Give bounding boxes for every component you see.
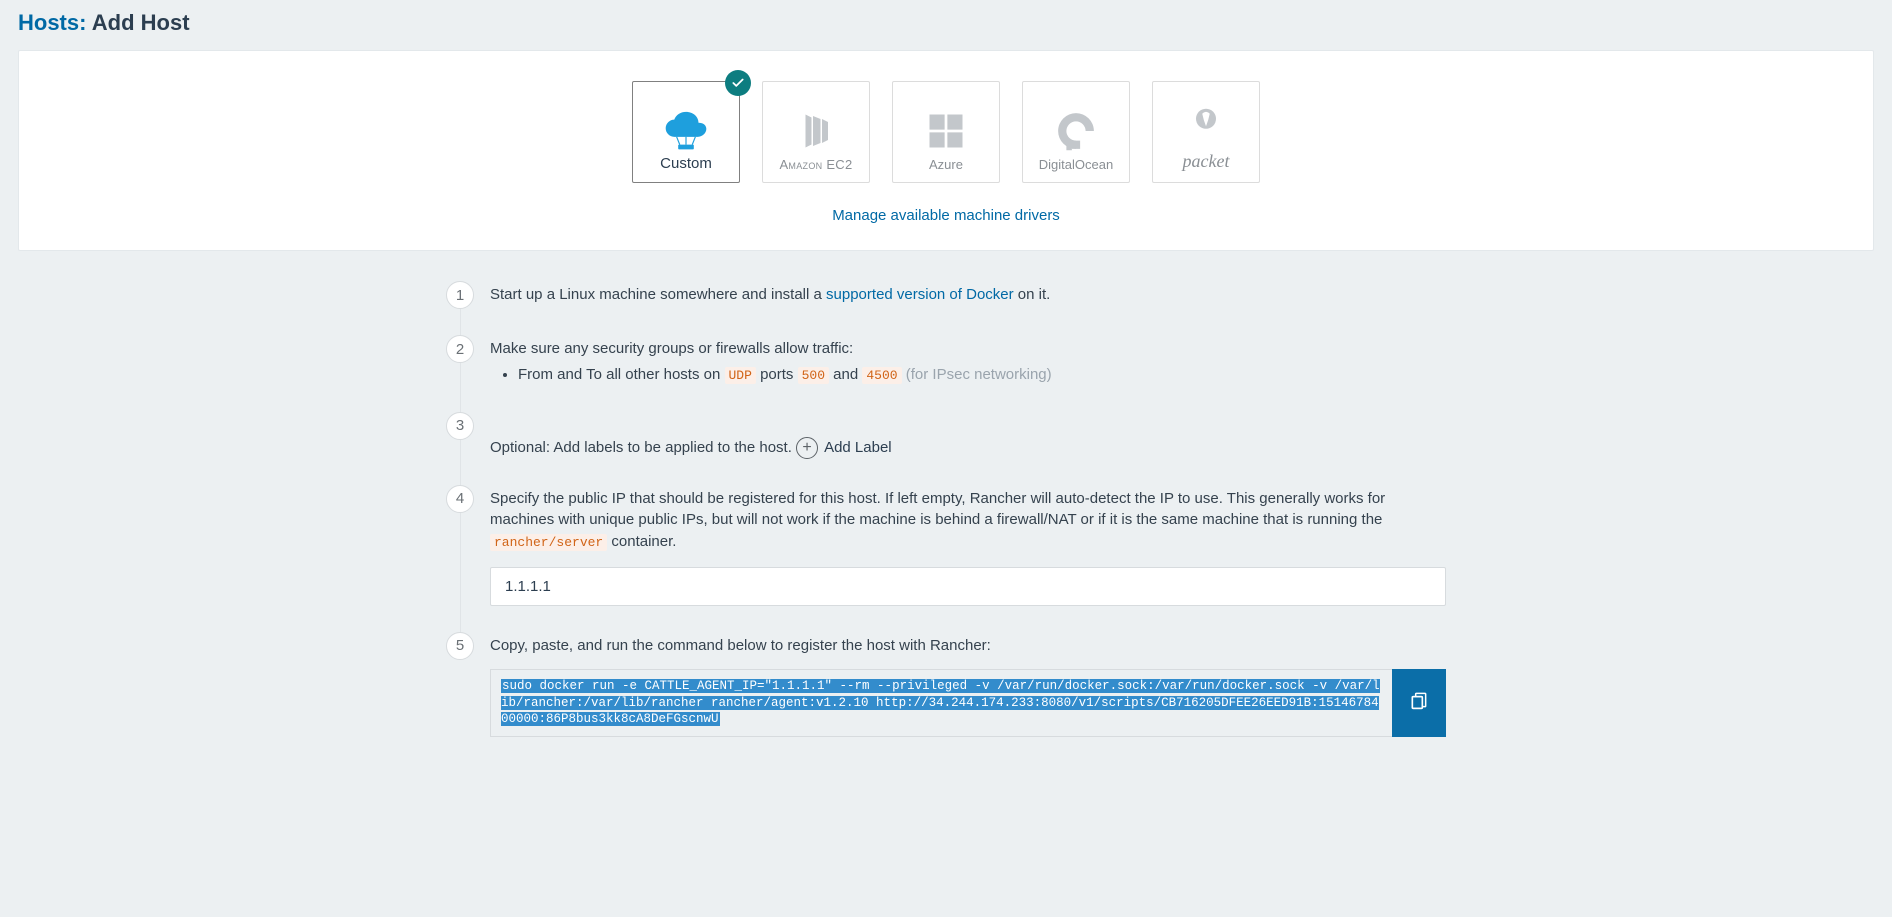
code-udp: UDP xyxy=(725,367,756,384)
driver-panel: Custom Amazon EC2 xyxy=(18,50,1874,251)
firewall-rule-item: From and To all other hosts on UDP ports… xyxy=(518,364,1446,386)
step-5: 5 Copy, paste, and run the command below… xyxy=(446,632,1446,763)
driver-label: packet xyxy=(1183,152,1230,172)
driver-card-azure[interactable]: Azure xyxy=(892,81,1000,183)
driver-card-digitalocean[interactable]: DigitalOcean xyxy=(1022,81,1130,183)
code-rancher-server: rancher/server xyxy=(490,534,607,551)
driver-card-ec2[interactable]: Amazon EC2 xyxy=(762,81,870,183)
step-body: Specify the public IP that should be reg… xyxy=(490,485,1446,606)
digitalocean-icon xyxy=(1046,104,1106,158)
code-port-500: 500 xyxy=(798,367,829,384)
step-number: 2 xyxy=(446,335,474,363)
clipboard-icon xyxy=(1409,690,1429,717)
step-3: 3 Optional: Add labels to be applied to … xyxy=(446,412,1446,485)
driver-row: Custom Amazon EC2 xyxy=(43,81,1849,183)
packet-icon xyxy=(1176,98,1236,152)
step-number: 3 xyxy=(446,412,474,440)
copy-command-button[interactable] xyxy=(1392,669,1446,738)
step-number: 5 xyxy=(446,632,474,660)
step-body: Copy, paste, and run the command below t… xyxy=(490,632,1446,737)
driver-label: DigitalOcean xyxy=(1039,158,1113,172)
check-icon xyxy=(725,70,751,96)
driver-card-custom[interactable]: Custom xyxy=(632,81,740,183)
step-4: 4 Specify the public IP that should be r… xyxy=(446,485,1446,632)
driver-label: Azure xyxy=(929,158,963,172)
supported-docker-link[interactable]: supported version of Docker xyxy=(826,286,1014,303)
public-ip-input[interactable] xyxy=(490,567,1446,606)
steps: 1 Start up a Linux machine somewhere and… xyxy=(446,281,1446,763)
driver-label: Custom xyxy=(660,156,712,173)
driver-card-packet[interactable]: packet xyxy=(1152,81,1260,183)
step-body: Make sure any security groups or firewal… xyxy=(490,335,1446,386)
ipsec-note: (for IPsec networking) xyxy=(902,366,1052,383)
add-label-button[interactable]: + Add Label xyxy=(796,437,892,459)
breadcrumb-current: Add Host xyxy=(86,10,189,35)
aws-ec2-icon xyxy=(786,104,846,158)
step-body: Optional: Add labels to be applied to th… xyxy=(490,412,1446,459)
register-command-box[interactable]: sudo docker run -e CATTLE_AGENT_IP="1.1.… xyxy=(490,669,1392,738)
step-number: 4 xyxy=(446,485,474,513)
register-command-text: sudo docker run -e CATTLE_AGENT_IP="1.1.… xyxy=(501,679,1380,727)
step-number: 1 xyxy=(446,281,474,309)
code-port-4500: 4500 xyxy=(862,367,901,384)
step-body: Start up a Linux machine somewhere and i… xyxy=(490,281,1446,309)
driver-label: Amazon EC2 xyxy=(779,158,852,172)
plus-icon: + xyxy=(796,437,818,459)
step-2: 2 Make sure any security groups or firew… xyxy=(446,335,1446,412)
breadcrumb-hosts[interactable]: Hosts: xyxy=(18,10,86,35)
azure-icon xyxy=(916,104,976,158)
step-1: 1 Start up a Linux machine somewhere and… xyxy=(446,281,1446,335)
cloud-deploy-icon xyxy=(656,102,716,156)
manage-drivers-link[interactable]: Manage available machine drivers xyxy=(832,207,1060,224)
page-title: Hosts: Add Host xyxy=(18,0,1874,50)
